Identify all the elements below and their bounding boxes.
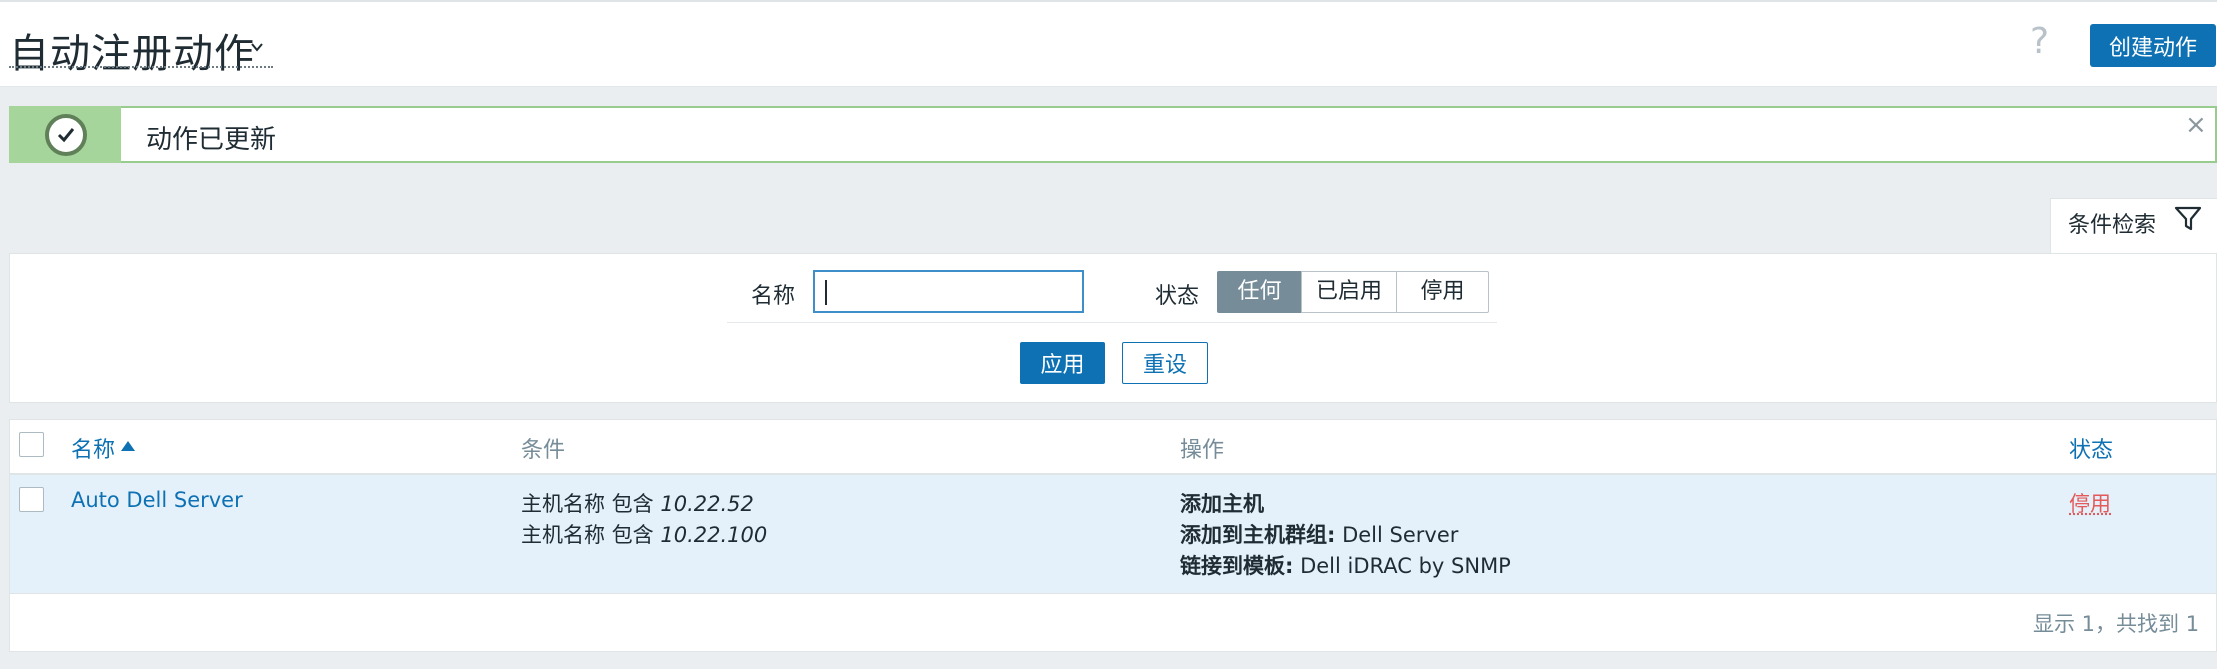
status-option-disabled[interactable]: 停用: [1396, 271, 1489, 313]
name-filter-input[interactable]: [813, 270, 1084, 313]
column-header-name[interactable]: 名称: [71, 432, 115, 464]
row-checkbox[interactable]: [19, 487, 44, 512]
condition-line: 主机名称 包含 10.22.52: [521, 488, 754, 518]
operation-line: 链接到模板: Dell iDRAC by SNMP: [1180, 550, 1511, 580]
operation-label: 添加到主机群组:: [1180, 523, 1336, 547]
operation-label: 添加主机: [1180, 492, 1264, 516]
condition-text: 主机名称 包含: [521, 523, 661, 547]
condition-value: 10.22.52: [660, 492, 754, 516]
divider: [727, 322, 1497, 323]
operation-value: Dell Server: [1335, 523, 1459, 547]
select-all-checkbox[interactable]: [19, 432, 44, 457]
operation-value: Dell iDRAC by SNMP: [1293, 554, 1511, 578]
sort-ascending-icon: [121, 441, 135, 451]
column-header-status[interactable]: 状态: [2069, 432, 2113, 464]
title-underline: [9, 66, 273, 68]
chevron-down-icon[interactable]: [250, 40, 264, 54]
status-option-any[interactable]: 任何: [1217, 271, 1302, 313]
status-option-enabled[interactable]: 已启用: [1301, 271, 1397, 313]
operation-line: 添加主机: [1180, 488, 1264, 518]
close-icon[interactable]: ×: [2185, 110, 2207, 140]
message-text: 动作已更新: [146, 125, 277, 155]
text-cursor: [825, 280, 827, 305]
filter-tab-label[interactable]: 条件检索: [2068, 207, 2156, 239]
action-name-link[interactable]: Auto Dell Server: [71, 488, 243, 512]
table-footer-count: 显示 1，共找到 1: [2033, 612, 2200, 636]
apply-button[interactable]: 应用: [1020, 342, 1105, 384]
page-title[interactable]: 自动注册动作: [9, 21, 255, 79]
filter-icon[interactable]: [2174, 206, 2202, 232]
condition-value: 10.22.100: [660, 523, 768, 547]
check-icon: [45, 114, 87, 156]
filter-panel: [9, 253, 2217, 403]
operation-label: 链接到模板:: [1180, 554, 1294, 578]
table-row: [10, 475, 2216, 593]
column-header-conditions: 条件: [521, 438, 566, 463]
success-message: [9, 106, 2217, 163]
condition-line: 主机名称 包含 10.22.100: [521, 519, 767, 549]
operation-line: 添加到主机群组: Dell Server: [1180, 519, 1458, 549]
page-header: [0, 0, 2217, 87]
status-filter-label: 状态: [1155, 284, 1200, 309]
reset-button[interactable]: 重设: [1122, 342, 1208, 384]
help-icon[interactable]: ?: [2030, 22, 2049, 62]
row-divider: [9, 593, 2217, 594]
name-filter-label: 名称: [751, 284, 796, 309]
condition-text: 主机名称 包含: [521, 492, 661, 516]
status-toggle-link[interactable]: 停用: [2069, 488, 2111, 518]
create-action-button[interactable]: 创建动作: [2090, 24, 2216, 67]
column-header-operations: 操作: [1180, 438, 1225, 463]
